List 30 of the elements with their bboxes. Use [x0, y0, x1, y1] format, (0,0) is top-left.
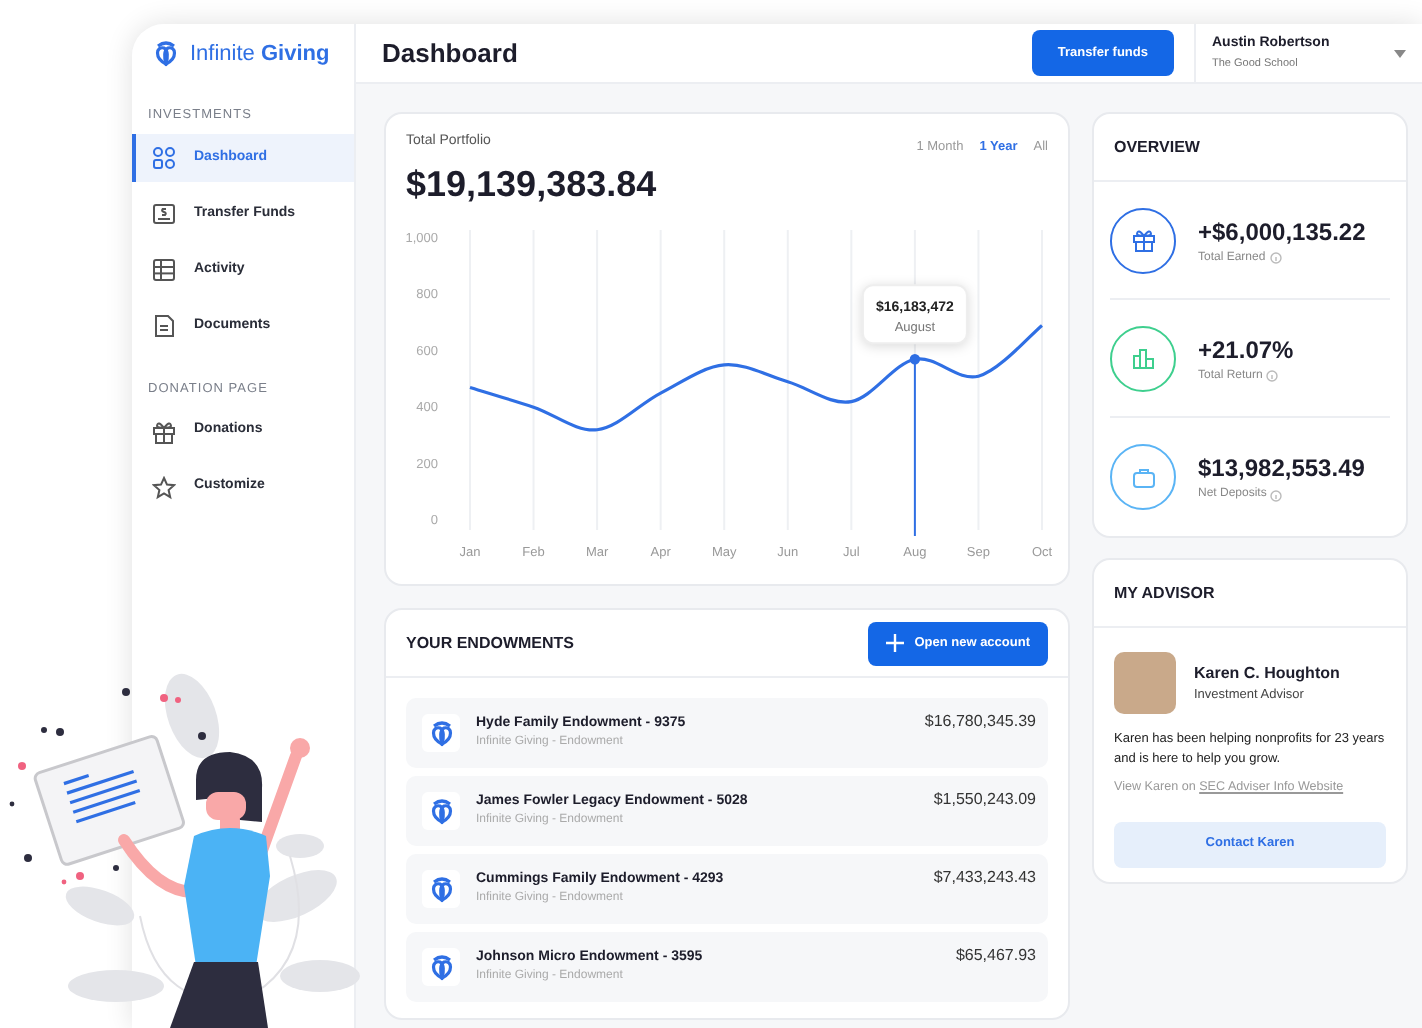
brand-name: Infinite Giving [190, 39, 330, 70]
logo-icon [152, 40, 180, 68]
caret-icon [1394, 49, 1406, 57]
endowment-amount: $16,780,345.39 [924, 710, 1036, 734]
banknote-icon [152, 201, 176, 226]
endowment-amount: $1,550,243.09 [933, 788, 1036, 812]
gift-icon [1131, 228, 1155, 252]
document-icon [152, 313, 176, 338]
photo-placeholder [1114, 652, 1176, 714]
gift-icon [152, 419, 176, 443]
bar-chart-icon [1131, 346, 1155, 370]
info-icon [1270, 489, 1283, 501]
info-icon [1266, 370, 1279, 382]
table-icon [152, 257, 176, 282]
endowment-amount: $65,467.93 [955, 944, 1036, 968]
card-title: MY ADVISOR [1114, 581, 1215, 605]
plus-icon [886, 634, 905, 652]
stat-value: +$6,000,135.22 [1198, 215, 1366, 249]
page-title: Dashboard [382, 37, 520, 69]
info-icon [1269, 252, 1282, 264]
portfolio-total: $19,139,383.84 [406, 161, 659, 207]
card-title: YOUR ENDOWMENTS [406, 631, 576, 655]
stat-value: $13,982,553.49 [1198, 452, 1365, 486]
advisor-name: Karen C. Houghton [1194, 661, 1340, 686]
briefcase-icon [1131, 465, 1155, 489]
card-title: OVERVIEW [1114, 135, 1200, 159]
grid-icon [152, 145, 176, 170]
star-icon [152, 475, 176, 499]
endowment-amount: $7,433,243.43 [933, 866, 1036, 890]
stat-value: +21.07% [1198, 333, 1294, 367]
